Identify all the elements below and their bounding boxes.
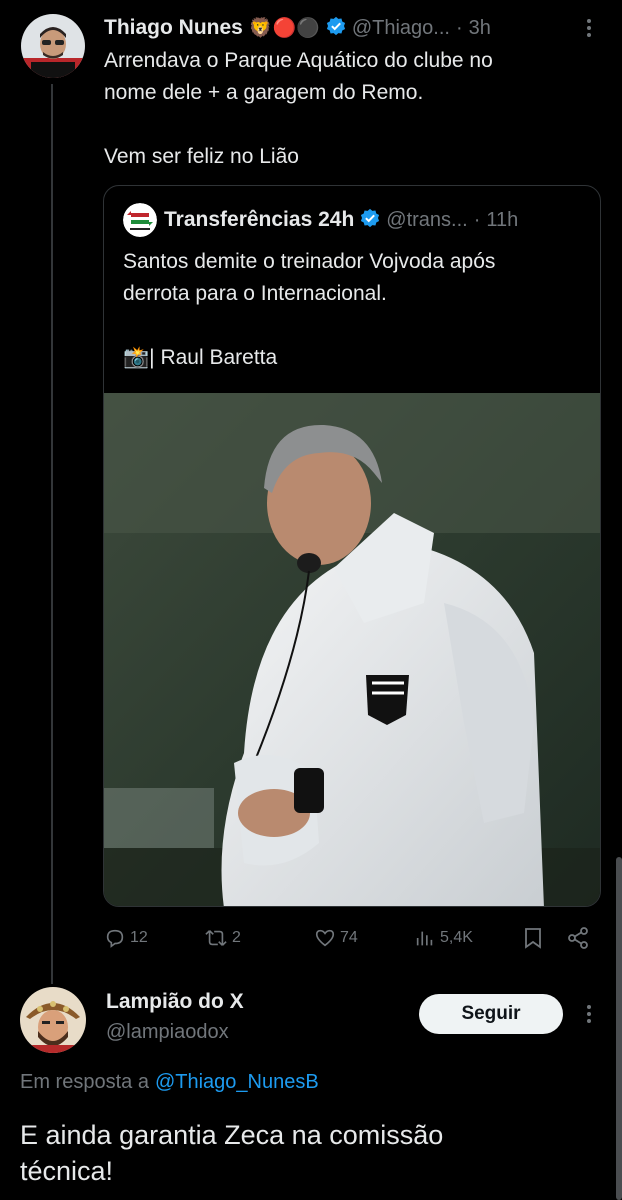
bookmark-icon <box>525 928 541 949</box>
reply-text: E ainda garantia Zeca na comissão técnic… <box>20 1117 600 1189</box>
tweet-text: Arrendava o Parque Aquático do clube no … <box>104 45 604 173</box>
like-count: 74 <box>340 929 358 946</box>
author-name[interactable]: Thiago Nunes <box>104 16 243 40</box>
views-button[interactable]: 5,4K <box>414 920 473 956</box>
author-avatar[interactable] <box>21 14 85 78</box>
quote-text: Santos demite o treinador Vojvoda após d… <box>123 246 593 374</box>
in-reply-prefix: Em resposta a <box>20 1071 149 1093</box>
reply-icon <box>106 929 124 948</box>
quote-author-name: Transferências 24h <box>164 208 355 231</box>
in-reply-handle-link[interactable]: @Thiago_NunesB <box>155 1071 319 1094</box>
follow-button[interactable]: Seguir <box>419 994 563 1034</box>
more-options-icon[interactable] <box>578 14 600 42</box>
separator-dot: · <box>473 208 481 231</box>
bookmark-button[interactable] <box>522 920 544 956</box>
quote-handle: @trans... <box>386 208 468 231</box>
action-bar: 12 2 74 5,4K <box>0 920 622 956</box>
like-button[interactable]: 74 <box>314 920 358 956</box>
reply-text-line: E ainda garantia Zeca na comissão <box>20 1120 444 1150</box>
verified-badge-icon <box>360 208 380 233</box>
tweet-text-line: Vem ser feliz no Lião <box>104 145 299 168</box>
retweet-count: 2 <box>232 929 241 946</box>
separator-dot: · <box>455 16 463 39</box>
views-chart-icon <box>416 931 433 946</box>
retweet-icon <box>205 930 227 946</box>
retweet-button[interactable]: 2 <box>204 920 241 956</box>
in-reply-to: Em resposta a @Thiago_NunesB <box>20 1071 319 1094</box>
quote-text-line: Santos demite o treinador Vojvoda após <box>123 250 496 273</box>
quote-photo[interactable] <box>104 393 600 906</box>
camera-flash-emoji: 📸 <box>123 346 150 369</box>
quote-avatar <box>123 203 157 237</box>
quote-time: 11h <box>486 208 519 231</box>
tweet-time[interactable]: 3h <box>469 17 491 40</box>
reply-author-handle[interactable]: @lampiaodox <box>106 1021 229 1044</box>
share-button[interactable] <box>566 920 590 956</box>
quote-text-line: derrota para o Internacional. <box>123 282 387 305</box>
heart-icon <box>315 929 335 947</box>
scrollbar[interactable] <box>616 857 622 1200</box>
photo-credit: | Raul Baretta <box>149 346 278 369</box>
reply-author-avatar[interactable] <box>20 987 86 1053</box>
reply-text-line: técnica! <box>20 1156 114 1186</box>
reply-author-name[interactable]: Lampião do X <box>106 990 244 1014</box>
tweet-text-line: nome dele + a garagem do Remo. <box>104 81 424 104</box>
author-handle[interactable]: @Thiago... <box>352 17 450 40</box>
more-options-icon[interactable] <box>578 1000 600 1028</box>
thread-line <box>51 84 53 984</box>
quoted-tweet[interactable]: Transferências 24h @trans... · 11h Santo… <box>103 185 601 907</box>
reply-count: 12 <box>130 929 148 946</box>
views-count: 5,4K <box>440 929 473 946</box>
share-icon <box>568 927 588 949</box>
verified-badge-icon <box>326 16 346 41</box>
tweet-text-line: Arrendava o Parque Aquático do clube no <box>104 49 493 72</box>
reply-button[interactable]: 12 <box>104 920 148 956</box>
author-emojis: 🦁🔴⚫ <box>248 18 320 39</box>
